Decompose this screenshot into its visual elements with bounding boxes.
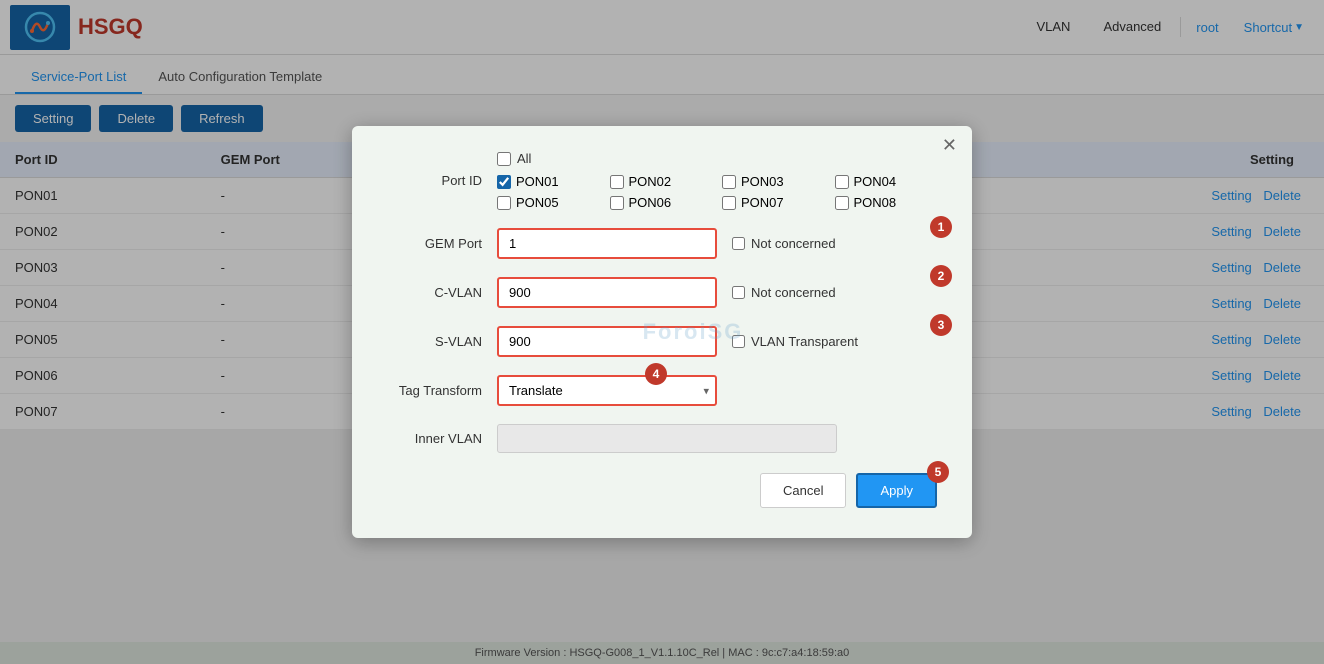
tag-transform-row: Tag Transform TranslateNonePushPop ▾ 4 (387, 375, 937, 406)
modal: ✕ Port ID All PON01 PON02 PON03 PON04 PO… (352, 126, 972, 538)
c-vlan-row: C-VLAN Not concerned 2 (387, 277, 937, 308)
pon-item: PON05 (497, 195, 600, 210)
pon-item: PON01 (497, 174, 600, 189)
pon-label: PON08 (854, 195, 897, 210)
pon-grid: PON01 PON02 PON03 PON04 PON05 PON06 PON0… (497, 174, 937, 210)
gem-port-input[interactable] (497, 228, 717, 259)
pon-item: PON06 (610, 195, 713, 210)
pon-checkbox-pon07[interactable] (722, 196, 736, 210)
all-label: All (517, 151, 531, 166)
step-1-badge: 1 (930, 216, 952, 238)
modal-overlay: ✕ Port ID All PON01 PON02 PON03 PON04 PO… (0, 0, 1324, 664)
gem-port-label: GEM Port (387, 236, 497, 251)
pon-label: PON02 (629, 174, 672, 189)
step-2-badge: 2 (930, 265, 952, 287)
vlan-transparent-wrapper: VLAN Transparent (732, 334, 858, 349)
pon-label: PON01 (516, 174, 559, 189)
vlan-transparent-label: VLAN Transparent (751, 334, 858, 349)
pon-label: PON03 (741, 174, 784, 189)
gem-not-concerned-label: Not concerned (751, 236, 836, 251)
inner-vlan-row: Inner VLAN (387, 424, 937, 453)
gem-not-concerned-wrapper: Not concerned (732, 236, 836, 251)
inner-vlan-input (497, 424, 837, 453)
pon-checkbox-pon06[interactable] (610, 196, 624, 210)
s-vlan-label: S-VLAN (387, 334, 497, 349)
s-vlan-input[interactable] (497, 326, 717, 357)
inner-vlan-label: Inner VLAN (387, 431, 497, 446)
port-id-controls: All PON01 PON02 PON03 PON04 PON05 PON06 … (497, 151, 937, 210)
pon-checkbox-pon01[interactable] (497, 175, 511, 189)
pon-checkbox-pon08[interactable] (835, 196, 849, 210)
modal-footer: Cancel Apply 5 (387, 473, 937, 508)
c-not-concerned-checkbox[interactable] (732, 286, 745, 299)
s-vlan-row: S-VLAN VLAN Transparent 3 (387, 326, 937, 357)
gem-port-row: GEM Port Not concerned 1 (387, 228, 937, 259)
pon-checkbox-pon02[interactable] (610, 175, 624, 189)
pon-label: PON06 (629, 195, 672, 210)
pon-item: PON07 (722, 195, 825, 210)
port-id-label: Port ID (387, 173, 497, 188)
pon-item: PON08 (835, 195, 938, 210)
c-vlan-input[interactable] (497, 277, 717, 308)
all-checkbox[interactable] (497, 152, 511, 166)
tag-transform-label: Tag Transform (387, 383, 497, 398)
c-not-concerned-wrapper: Not concerned (732, 285, 836, 300)
c-not-concerned-label: Not concerned (751, 285, 836, 300)
step-3-badge: 3 (930, 314, 952, 336)
apply-button[interactable]: Apply (856, 473, 937, 508)
gem-not-concerned-checkbox[interactable] (732, 237, 745, 250)
tag-transform-wrapper: TranslateNonePushPop ▾ (497, 375, 717, 406)
pon-item: PON04 (835, 174, 938, 189)
pon-label: PON04 (854, 174, 897, 189)
port-id-row: Port ID All PON01 PON02 PON03 PON04 PON0… (387, 151, 937, 210)
tag-transform-select[interactable]: TranslateNonePushPop (497, 375, 717, 406)
pon-item: PON03 (722, 174, 825, 189)
modal-close-button[interactable]: ✕ (942, 136, 957, 154)
c-vlan-label: C-VLAN (387, 285, 497, 300)
pon-label: PON05 (516, 195, 559, 210)
vlan-transparent-checkbox[interactable] (732, 335, 745, 348)
cancel-button[interactable]: Cancel (760, 473, 846, 508)
pon-item: PON02 (610, 174, 713, 189)
pon-checkbox-pon05[interactable] (497, 196, 511, 210)
pon-label: PON07 (741, 195, 784, 210)
pon-checkbox-pon03[interactable] (722, 175, 736, 189)
port-id-all: All (497, 151, 937, 166)
pon-checkbox-pon04[interactable] (835, 175, 849, 189)
